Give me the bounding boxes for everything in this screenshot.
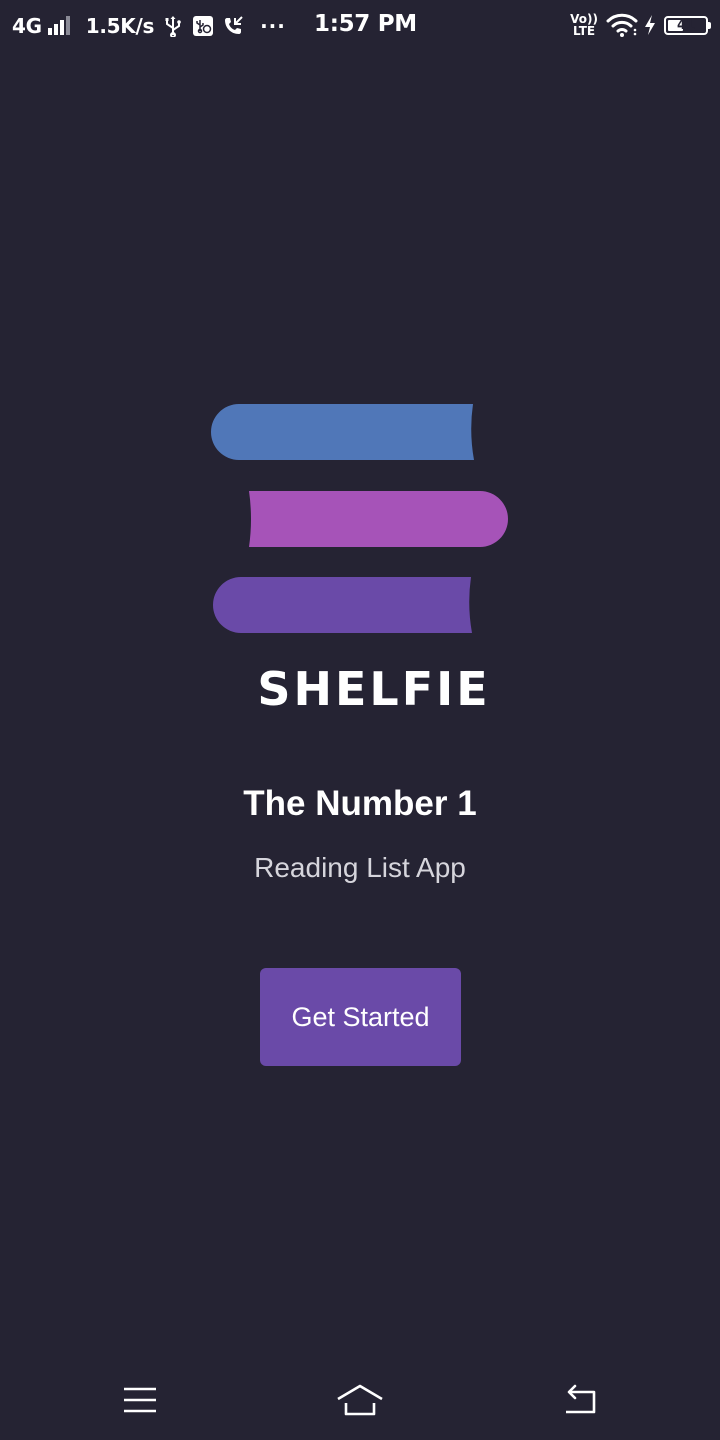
more-notifications: ··· (260, 14, 286, 38)
wifi-icon (606, 13, 638, 37)
usb-debug-icon (193, 16, 214, 36)
book-middle-shape (249, 491, 508, 547)
headline: The Number 1 (243, 784, 477, 823)
home-icon (337, 1384, 383, 1416)
back-button[interactable] (550, 1378, 610, 1422)
menu-button[interactable] (110, 1378, 170, 1422)
status-left: 4G 1.5K/s ··· (12, 12, 286, 40)
network-type: 4G (12, 14, 42, 38)
clock: 1:57 PM (314, 11, 417, 37)
network-speed: 1.5K/s (85, 14, 155, 38)
subheadline: Reading List App (254, 852, 466, 883)
usb-icon (165, 16, 181, 37)
home-button[interactable] (330, 1378, 390, 1422)
volte-indicator: Vo)) LTE (570, 13, 598, 37)
navigation-bar (0, 1360, 720, 1440)
signal-icon (47, 16, 70, 35)
brand-name: SHELFIE (257, 662, 491, 716)
status-bar: 4G 1.5K/s ··· 1:57 PM Vo)) LTE 41 (0, 0, 720, 52)
status-right: Vo)) LTE 41 (570, 10, 711, 40)
book-bottom-shape (213, 577, 472, 633)
get-started-button[interactable]: Get Started (260, 968, 461, 1066)
shelfie-logo (211, 404, 508, 633)
book-top-shape (211, 404, 474, 460)
battery-level: 41 (676, 17, 696, 33)
back-icon (566, 1384, 596, 1414)
charging-icon (645, 15, 655, 35)
battery-icon: 41 (664, 15, 711, 35)
volte-bottom: LTE (573, 24, 596, 38)
call-icon (225, 16, 243, 34)
menu-icon (124, 1387, 156, 1413)
